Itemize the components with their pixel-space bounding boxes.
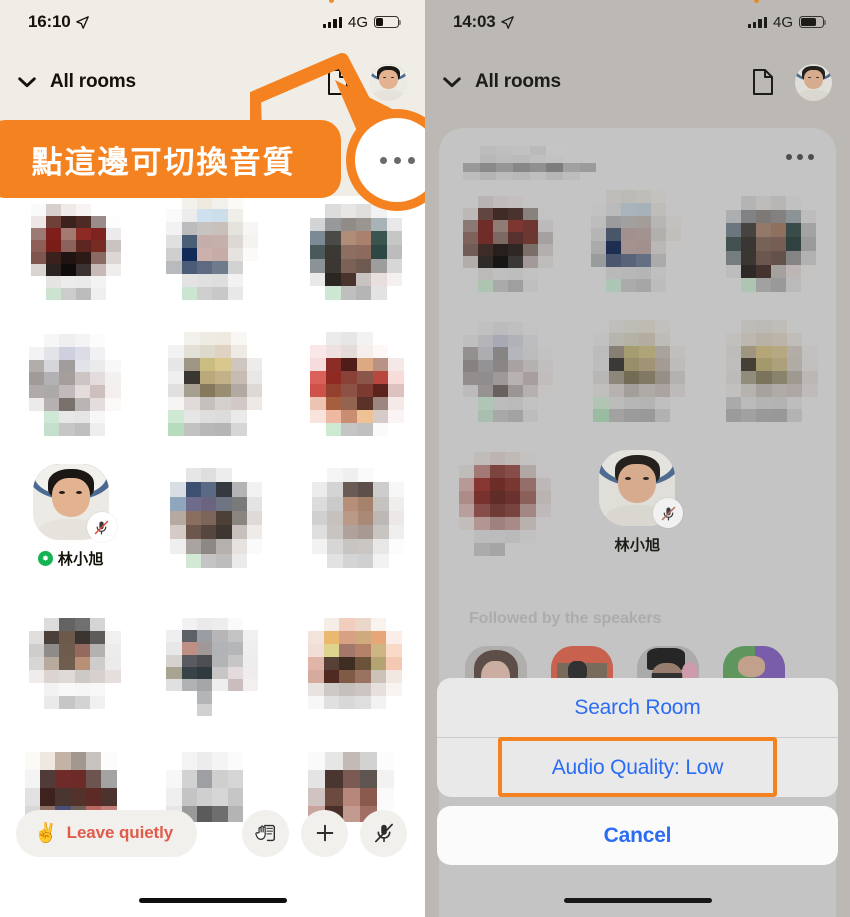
speaker-tile[interactable] (7, 196, 135, 306)
speaker-tile[interactable] (148, 196, 276, 306)
status-bar-right: 4G (322, 0, 402, 31)
left-phone-screen: 16:10 4G All rooms 林小旭 ✌️ Leave quietly … (0, 0, 425, 917)
battery-icon (374, 15, 402, 29)
cellular-bars-icon (322, 16, 342, 28)
orange-status-dot (328, 0, 334, 3)
right-phone-screen: 14:03 4G All rooms 林小旭 Followed by the s… (425, 0, 850, 917)
peace-hand-emoji: ✌️ (34, 822, 58, 844)
chevron-down-icon (18, 77, 36, 88)
action-sheet: Search Room Audio Quality: Low (437, 678, 838, 797)
speaker-tile[interactable] (7, 618, 135, 728)
leave-quietly-label: Leave quietly (66, 823, 174, 842)
network-label: 4G (347, 13, 368, 31)
action-cancel-button[interactable]: Cancel (437, 806, 838, 865)
speaker-tile[interactable] (290, 330, 418, 440)
speaker-tile[interactable] (290, 196, 418, 306)
speaker-tile[interactable] (290, 618, 418, 728)
speaker-name: 林小旭 (57, 551, 104, 568)
mic-toggle-button[interactable] (360, 809, 407, 857)
action-audio-quality[interactable]: Audio Quality: Low (437, 738, 838, 797)
annotation-callout: 點這邊可切換音質 (0, 120, 341, 198)
all-rooms-button[interactable]: All rooms (16, 71, 136, 93)
speaker-tile[interactable] (148, 464, 276, 574)
annotation-text: 點這邊可切換音質 (31, 144, 296, 181)
speaker-name-row: 林小旭 (7, 548, 135, 569)
comparison-screenshots: 16:10 4G All rooms 林小旭 ✌️ Leave quietly … (0, 0, 850, 917)
left-status-bar: 16:10 4G (0, 0, 425, 44)
speaker-tile[interactable] (148, 330, 276, 440)
left-bottom-bar: ✌️ Leave quietly (0, 809, 425, 857)
green-flower-badge (37, 551, 53, 566)
raise-hand-button[interactable] (242, 809, 289, 857)
speaker-tile-me[interactable]: 林小旭 (7, 464, 135, 594)
plus-icon (316, 824, 333, 842)
mic-muted-icon (374, 823, 393, 843)
home-indicator (138, 897, 287, 903)
leave-quietly-button[interactable]: ✌️ Leave quietly (16, 809, 198, 857)
status-time: 16:10 (28, 12, 71, 31)
speaker-tile[interactable] (7, 330, 135, 440)
add-people-button[interactable] (301, 809, 348, 857)
action-search-room[interactable]: Search Room (437, 678, 838, 737)
location-arrow-icon (76, 15, 90, 29)
mic-muted-icon (86, 512, 117, 542)
nav-title: All rooms (50, 71, 136, 92)
left-action-buttons (242, 809, 407, 857)
ellipsis-icon (379, 156, 415, 164)
left-speaker-grid: 林小旭 (0, 196, 425, 822)
speaker-tile[interactable] (148, 618, 276, 728)
status-bar-left: 16:10 (28, 12, 90, 32)
raise-hand-icon (254, 824, 275, 842)
speaker-tile[interactable] (290, 464, 418, 574)
